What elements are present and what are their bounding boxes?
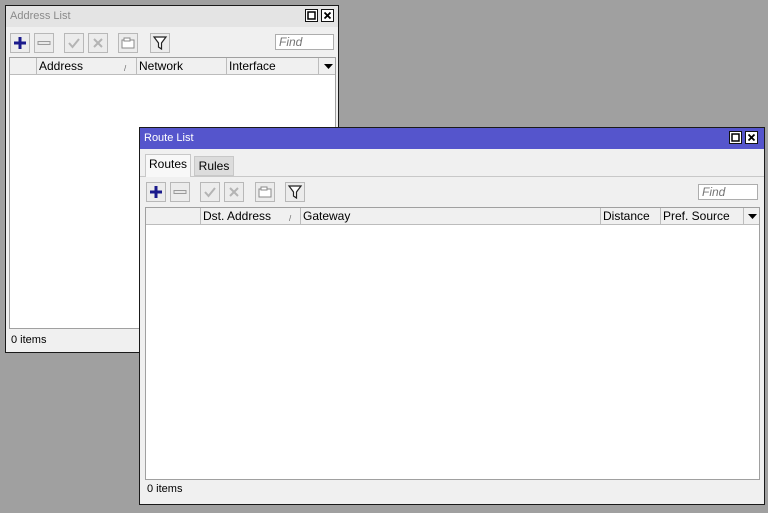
column-gateway[interactable]: Gateway [301,208,601,224]
enable-icon [204,187,216,198]
close-icon[interactable] [321,9,334,22]
column-interface[interactable]: Interface [227,58,319,74]
remove-icon [173,190,187,194]
route-list-table-header: Dst. Address / Gateway Distance Pref. So… [146,208,759,225]
maximize-icon[interactable] [305,9,318,22]
disable-icon [93,38,103,48]
remove-button[interactable] [34,33,54,53]
enable-button[interactable] [64,33,84,53]
row-selector-column[interactable] [10,58,37,74]
route-list-titlebar[interactable]: Route List [140,128,764,149]
column-network[interactable]: Network [137,58,227,74]
maximize-icon[interactable] [729,131,742,144]
column-menu-icon[interactable] [321,58,336,74]
route-list-table[interactable]: Dst. Address / Gateway Distance Pref. So… [145,207,760,480]
comment-button[interactable] [118,33,138,53]
row-selector-column[interactable] [146,208,201,224]
column-address[interactable]: Address / [37,58,137,74]
route-list-window[interactable]: Route List Routes Rules Dst. Address [139,127,765,505]
remove-button[interactable] [170,182,190,202]
comment-button[interactable] [255,182,275,202]
column-menu-icon[interactable] [745,208,760,224]
remove-icon [37,41,51,45]
filter-icon [152,36,168,51]
column-dst-address[interactable]: Dst. Address / [201,208,301,224]
route-list-find-input[interactable] [698,184,758,200]
address-list-title: Address List [10,10,71,22]
filter-button[interactable] [285,182,305,202]
column-distance[interactable]: Distance [601,208,661,224]
add-button[interactable] [10,33,30,53]
add-button[interactable] [146,182,166,202]
column-pref-source[interactable]: Pref. Source [661,208,744,224]
close-icon[interactable] [745,131,758,144]
add-icon [14,37,26,49]
filter-icon [287,185,303,200]
address-list-titlebar[interactable]: Address List [6,6,338,27]
route-list-status: 0 items [147,483,183,495]
sort-indicator-icon: / [289,214,292,223]
disable-icon [229,187,239,197]
enable-button[interactable] [200,182,220,202]
route-list-title: Route List [144,132,194,144]
address-list-find-input[interactable] [275,34,334,50]
disable-button[interactable] [88,33,108,53]
add-icon [150,186,162,198]
disable-button[interactable] [224,182,244,202]
tab-routes[interactable]: Routes [145,154,191,177]
enable-icon [68,38,80,49]
comment-icon [258,186,272,198]
comment-icon [121,37,135,49]
address-list-table-header: Address / Network Interface [10,58,335,75]
sort-indicator-icon: / [124,64,127,73]
filter-button[interactable] [150,33,170,53]
tab-rules[interactable]: Rules [194,156,234,176]
